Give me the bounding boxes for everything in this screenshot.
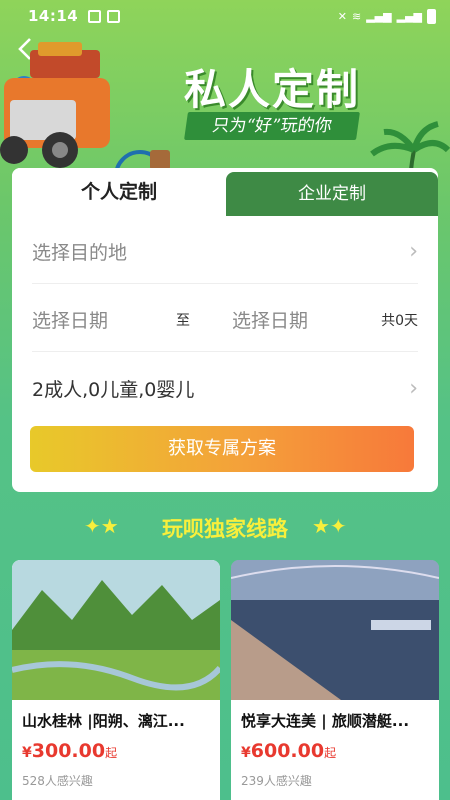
- tour-image: [12, 560, 220, 700]
- status-bar: 14:14 ✕ ≋ ▂▄▆ ▂▄▆: [0, 0, 450, 32]
- tour-name: 山水桂林 |阳朔、漓江...: [22, 712, 185, 730]
- date-range-row: 选择日期 至 选择日期 共0天: [32, 288, 418, 352]
- date-to-label: 至: [176, 312, 190, 329]
- page-title: 私人定制: [184, 65, 361, 114]
- tour-interest-count: 239人感兴趣: [241, 774, 312, 788]
- passenger-selector[interactable]: 2成人,0儿童,0婴儿 ›: [32, 356, 418, 420]
- customize-card: 个人定制 企业定制 选择目的地 › 选择日期 至 选择日期 共0天 2成人,0儿…: [12, 168, 438, 492]
- page-subtitle: 只为“好”玩的你: [184, 112, 360, 140]
- passenger-count: 2成人,0儿童,0婴儿: [32, 378, 195, 401]
- tour-price: ¥300.00起: [22, 740, 118, 762]
- tour-interest-count: 528人感兴趣: [22, 774, 93, 788]
- status-time: 14:14: [28, 7, 79, 25]
- chevron-right-icon: ›: [409, 375, 418, 401]
- tour-card[interactable]: 悦享大连美 | 旅顺潜艇... ¥600.00起 239人感兴趣: [231, 560, 439, 800]
- tour-image: [231, 560, 439, 700]
- 4g-signal-icon: ▂▄▆: [396, 9, 422, 23]
- tab-enterprise-customize[interactable]: 企业定制: [226, 172, 438, 216]
- tour-name: 悦享大连美 | 旅顺潜艇...: [241, 712, 410, 730]
- tab-personal-customize[interactable]: 个人定制: [12, 168, 226, 216]
- 4g-signal-icon: ▂▄▆: [366, 9, 392, 23]
- tour-card[interactable]: 山水桂林 |阳朔、漓江... ¥300.00起 528人感兴趣: [12, 560, 220, 800]
- battery-icon: [427, 8, 436, 24]
- destination-selector[interactable]: 选择目的地 ›: [32, 220, 418, 284]
- chevron-right-icon: ›: [409, 239, 418, 264]
- end-date-field[interactable]: 选择日期: [232, 306, 308, 333]
- image-icon: [88, 9, 102, 23]
- start-date-field[interactable]: 选择日期: [32, 306, 108, 333]
- mute-icon: ✕: [337, 9, 347, 23]
- section-title: 玩呗独家线路: [162, 516, 288, 541]
- destination-placeholder: 选择目的地: [32, 242, 128, 264]
- star-icon: ★✦: [312, 514, 347, 538]
- wifi-icon: ≋: [352, 9, 362, 23]
- total-days-label: 共0天: [381, 312, 418, 329]
- get-plan-button[interactable]: 获取专属方案: [30, 426, 414, 472]
- tab-bar: 个人定制 企业定制: [12, 168, 438, 216]
- tour-price: ¥600.00起: [241, 740, 337, 762]
- check-box-icon: [107, 9, 121, 23]
